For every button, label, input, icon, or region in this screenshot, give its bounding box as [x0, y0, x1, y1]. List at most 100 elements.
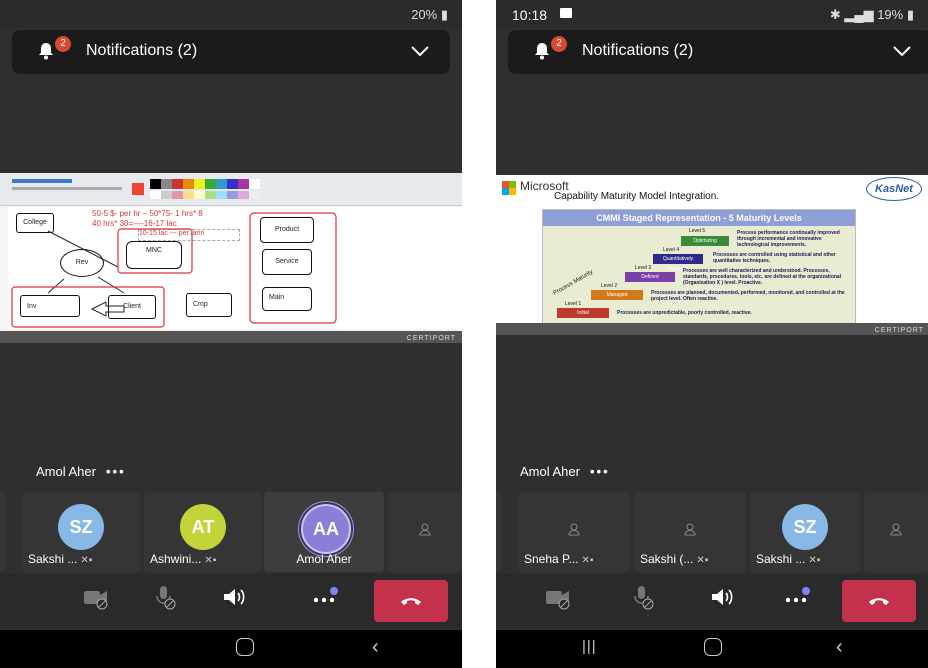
clock: 10:18	[512, 7, 548, 23]
participant-tile[interactable]	[864, 492, 928, 572]
participant-name: Sakshi ...	[28, 552, 78, 566]
battery-indicator: ✱ ▂▄▆ 19% ▮	[829, 7, 914, 22]
participant-strip: Sneha P... ✕▪ Sakshi (... ✕▪ SZ Sakshi ...…	[496, 492, 928, 572]
speaker-button[interactable]	[212, 582, 256, 620]
hangup-icon	[869, 598, 889, 605]
more-button[interactable]	[302, 582, 346, 620]
back-icon[interactable]: ‹	[372, 636, 379, 659]
participant-name: Sakshi ...	[756, 552, 806, 566]
avatar: SZ	[782, 504, 828, 550]
more-button[interactable]	[774, 582, 818, 620]
right-phone-screen: 10:18 ✱ ▂▄▆ 19% ▮ 2 Notifications (2) Mi…	[496, 0, 928, 668]
level-label: Level 2	[601, 283, 618, 289]
home-icon[interactable]	[704, 638, 722, 656]
level-label: Level 3	[635, 265, 652, 271]
mic-off-icon: ✕▪	[581, 555, 594, 566]
level-description: Processes are unpredictable, poorly cont…	[617, 310, 752, 316]
box-service: Service	[262, 249, 312, 275]
level-bar: Quantitatively Managed	[653, 254, 703, 272]
active-speaker: Amol Aher •••	[520, 464, 610, 479]
box-inv: Inv	[20, 295, 80, 317]
notifications-banner[interactable]: 2 Notifications (2)	[508, 30, 928, 74]
axis-label: Process Maturity	[552, 269, 595, 297]
shared-screen-whiteboard: 50-5 $- per hr – 50*75- 1 hrs* 8 40 hrs*…	[0, 173, 462, 343]
video-off-button[interactable]	[74, 582, 118, 620]
chevron-down-icon[interactable]	[892, 44, 912, 58]
slide-subtitle: Capability Maturity Model Integration.	[554, 191, 720, 202]
cmmi-diagram: CMMI Staged Representation - 5 Maturity …	[542, 209, 856, 325]
participant-name: Sakshi (...	[640, 552, 694, 566]
speaker-name: Amol Aher	[36, 464, 96, 479]
speaker-name: Amol Aher	[520, 464, 580, 479]
participant-name: Sneha P...	[524, 552, 579, 566]
level-bar: Optimizing	[681, 236, 729, 246]
speaker-icon	[224, 589, 245, 605]
participant-tile[interactable]: AT Ashwini... ✕▪	[144, 492, 262, 572]
box-cmp: Cmp	[186, 293, 232, 317]
more-icon	[313, 587, 338, 603]
battery-indicator: 20% ▮	[411, 7, 448, 22]
avatar: AT	[180, 504, 226, 550]
box-mnc: MNC	[126, 241, 182, 269]
notifications-label: Notifications (2)	[86, 42, 198, 59]
recents-icon[interactable]: |||	[582, 638, 597, 655]
participant-tile-partial[interactable]	[0, 492, 6, 572]
video-off-icon	[546, 591, 570, 610]
call-controls	[0, 574, 462, 628]
end-call-button[interactable]	[842, 580, 916, 622]
mic-off-icon: ✕▪	[696, 555, 709, 566]
level-label: Level 4	[663, 247, 680, 253]
box-product: Product	[260, 217, 314, 243]
hangup-icon	[401, 598, 421, 605]
participant-name: Amol Aher	[296, 552, 352, 566]
mic-off-icon: ✕▪	[80, 555, 93, 566]
person-icon	[419, 523, 431, 536]
paint-ribbon	[0, 173, 462, 206]
speaker-icon	[712, 589, 733, 605]
bell-icon	[39, 43, 53, 60]
box-client: Client	[108, 295, 156, 319]
level-bar: Managed	[591, 290, 643, 300]
certiport-brand: CERTIPORT	[874, 327, 924, 334]
person-icon	[890, 523, 902, 536]
whiteboard-canvas: 50-5 $- per hr – 50*75- 1 hrs* 8 40 hrs*…	[8, 207, 462, 329]
active-speaker: Amol Aher •••	[36, 464, 126, 479]
notification-count-badge: 2	[551, 36, 567, 52]
mic-off-icon: ✕▪	[808, 555, 821, 566]
video-off-button[interactable]	[536, 582, 580, 620]
participant-tile[interactable]: SZ Sakshi ... ✕▪	[750, 492, 860, 572]
participant-name: Ashwini...	[150, 552, 202, 566]
participant-tile[interactable]: SZ Sakshi ... ✕▪	[22, 492, 140, 572]
level-bar: Initial	[557, 308, 609, 318]
notification-count-badge: 2	[55, 36, 71, 52]
diagram-title: CMMI Staged Representation - 5 Maturity …	[543, 210, 855, 226]
video-off-icon	[84, 591, 108, 610]
participant-tile[interactable]	[388, 492, 462, 572]
participant-tile[interactable]: Sneha P... ✕▪	[518, 492, 630, 572]
person-icon	[568, 523, 580, 536]
mic-off-button[interactable]	[142, 582, 186, 620]
avatar: SZ	[58, 504, 104, 550]
end-call-button[interactable]	[374, 580, 448, 622]
more-icon[interactable]: •••	[106, 464, 126, 479]
call-controls	[496, 574, 928, 628]
speaker-button[interactable]	[700, 582, 744, 620]
participant-tile-partial[interactable]	[496, 492, 502, 572]
level-description: Processes are well characterized and und…	[683, 268, 842, 286]
home-icon[interactable]	[236, 638, 254, 656]
left-phone-screen: 20% ▮ 2 Notifications (2) 50-5 $- per hr…	[0, 0, 462, 668]
person-icon	[684, 523, 696, 536]
box-rev: Rev	[60, 249, 104, 277]
more-icon[interactable]: •••	[590, 464, 610, 479]
notifications-banner[interactable]: 2 Notifications (2)	[12, 30, 450, 74]
back-icon[interactable]: ‹	[836, 636, 843, 659]
mic-off-icon: ✕▪	[204, 555, 217, 566]
gallery-icon	[560, 8, 572, 18]
participant-strip: SZ Sakshi ... ✕▪ AT Ashwini... ✕▪ AA Amol …	[0, 492, 462, 572]
participant-tile[interactable]: Sakshi (... ✕▪	[634, 492, 746, 572]
chevron-down-icon[interactable]	[410, 44, 430, 58]
participant-tile-active[interactable]: AA Amol Aher	[264, 492, 384, 572]
mic-off-button[interactable]	[620, 582, 664, 620]
kasnet-logo: KasNet	[866, 177, 922, 201]
mic-off-icon	[634, 586, 654, 610]
